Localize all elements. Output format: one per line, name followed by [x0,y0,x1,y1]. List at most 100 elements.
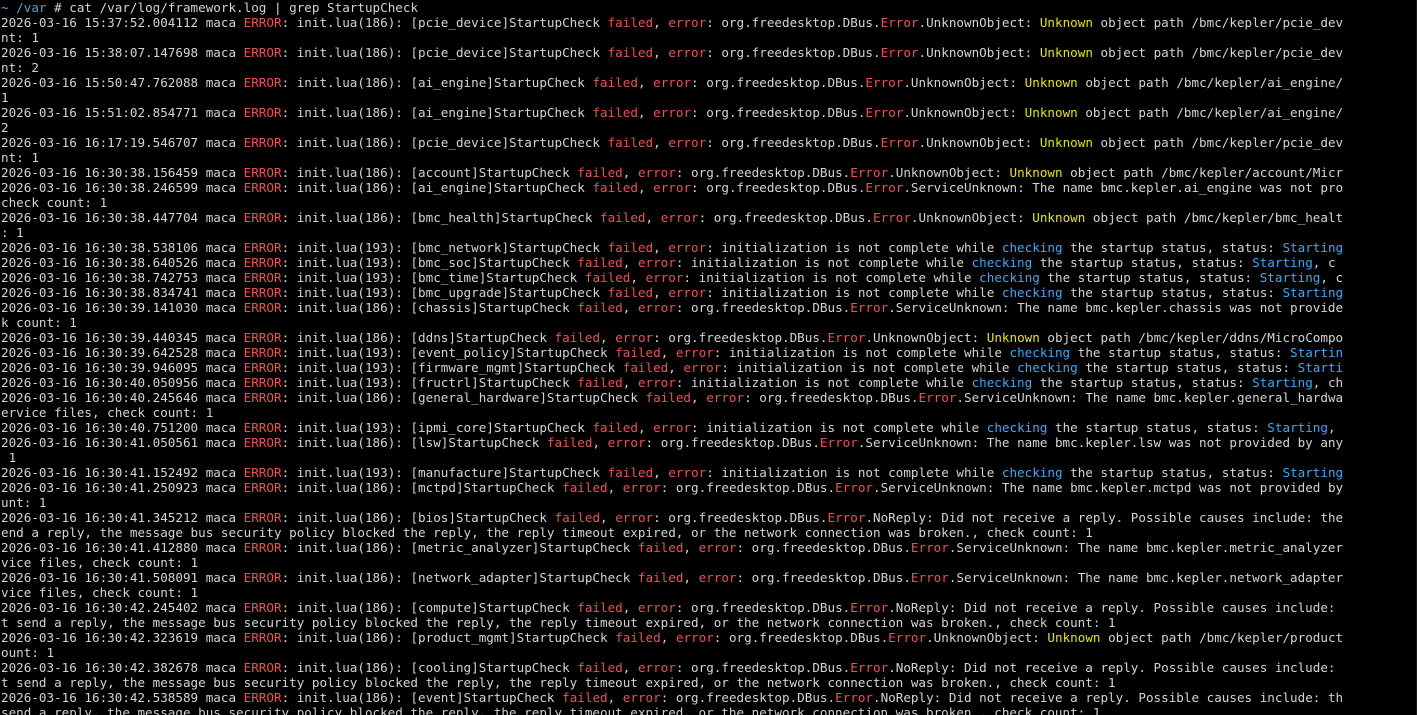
log-line: unt: 1 [1,495,1417,510]
log-text: 2026-03-16 16:30:41.508091 maca [1,570,244,585]
log-text: the startup status, status: [1039,270,1260,285]
error-highlight: error [668,15,707,30]
log-text: .NoReply: Did not receive a reply. Possi… [865,510,1344,525]
log-line: 2026-03-16 16:30:41.508091 maca ERROR: i… [1,570,1417,585]
error-highlight: ERROR [243,285,282,300]
log-line: 2026-03-16 16:30:42.323619 maca ERROR: i… [1,630,1417,645]
log-text: t send a reply, the message bus security… [1,675,1116,690]
error-highlight: error [615,330,654,345]
error-highlight: error [622,690,661,705]
log-line: 2026-03-16 16:30:39.946095 maca ERROR: i… [1,360,1417,375]
log-text: , [622,375,638,390]
log-text: : init.lua(193): [event_policy]StartupCh… [281,345,616,360]
status-highlight: checking [1017,360,1078,375]
log-text: .UnknownObject: [865,330,987,345]
error-highlight: failed [577,600,623,615]
error-highlight: Error [850,300,889,315]
log-text: : init.lua(186): [product_mgmt]StartupCh… [281,630,616,645]
log-line: 2026-03-16 16:30:39.440345 maca ERROR: i… [1,330,1417,345]
log-text: : init.lua(186): [bios]StartupCheck [281,510,555,525]
log-text: : org.freedesktop.DBus. [653,330,828,345]
log-line: vice files, check count: 1 [1,585,1417,600]
status-highlight: checking [986,420,1048,435]
log-text: : init.lua(186): [general_hardware]Start… [281,390,646,405]
error-highlight: ERROR [243,15,282,30]
status-highlight: Starting [1252,375,1313,390]
log-text: : org.freedesktop.DBus. [691,180,866,195]
log-text: t send a reply, the message bus security… [1,615,1116,630]
log-text: , [653,285,669,300]
error-highlight: Error [827,330,866,345]
error-highlight: ERROR [243,390,282,405]
status-highlight: checking [1009,345,1071,360]
log-text: object path /bmc/kepler/bmc_healt [1085,210,1344,225]
log-text: object path /bmc/kepler/pcie_dev [1092,15,1344,30]
log-text: 2026-03-16 16:30:40.245646 maca [1,390,244,405]
log-text: : initialization is not complete while [706,240,1002,255]
error-highlight: error [622,480,661,495]
log-text: : init.lua(186): [cooling]StartupCheck [281,660,578,675]
error-highlight: Error [888,630,927,645]
log-text: : org.freedesktop.DBus. [736,540,911,555]
status-highlight: checking [1001,285,1063,300]
error-highlight: ERROR [243,345,282,360]
log-text: , [622,600,638,615]
log-text: 2026-03-16 16:30:42.323619 maca [1,630,244,645]
log-line: 2026-03-16 15:37:52.004112 maca ERROR: i… [1,15,1417,30]
error-highlight: Error [880,135,919,150]
status-highlight: Starting [1282,240,1344,255]
error-highlight: ERROR [243,255,282,270]
error-highlight: ERROR [243,630,282,645]
log-text: 2026-03-16 15:50:47.762088 maca [1,75,244,90]
log-text: : init.lua(186): [lsw]StartupCheck [281,435,547,450]
log-text: : init.lua(193): [bmc_time]StartupCheck [281,270,585,285]
log-line: 2026-03-16 16:30:40.050956 maca ERROR: i… [1,375,1417,390]
error-highlight: Error [880,45,919,60]
error-highlight: failed [600,210,646,225]
log-text: : init.lua(193): [manufacture]StartupChe… [281,465,608,480]
log-line: 2026-03-16 16:30:38.742753 maca ERROR: i… [1,270,1417,285]
error-highlight: Error [850,165,889,180]
error-highlight: failed [577,660,623,675]
error-highlight: error [668,135,707,150]
error-highlight: failed [637,540,684,555]
log-text: the startup status, status: [1047,420,1268,435]
error-highlight: ERROR [243,210,282,225]
terminal-output: ~ /var # cat /var/log/framework.log | gr… [1,0,1417,715]
error-highlight: failed [577,375,623,390]
log-line: ount: 1 [1,645,1417,660]
log-text: : init.lua(186): [ai_engine]StartupCheck [281,180,593,195]
error-highlight: failed [592,180,638,195]
log-text: , [660,345,676,360]
error-highlight: failed [607,240,654,255]
terminal-window[interactable]: ~ /var # cat /var/log/framework.log | gr… [0,0,1417,715]
status-highlight: checking [971,255,1033,270]
log-line: 1 [1,450,1417,465]
log-text: .ServiceUnknown: The name bmc.kepler.cha… [888,300,1344,315]
error-highlight: failed [577,255,623,270]
log-line: 2026-03-16 16:30:39.141030 maca ERROR: i… [1,300,1417,315]
error-highlight: error [668,465,707,480]
log-text: object path /bmc/kepler/account/Micr [1062,165,1344,180]
error-highlight: failed [592,75,638,90]
error-highlight: error [653,180,692,195]
unknown-highlight: Unknown [986,330,1040,345]
log-text: : init.lua(186): [event]StartupCheck [281,690,563,705]
log-text: 1 [1,450,17,465]
log-text: , [637,180,654,195]
log-line: 2026-03-16 15:51:02.854771 maca ERROR: i… [1,105,1417,120]
log-text: , ch [1312,375,1344,390]
log-text: object path /bmc/kepler/ai_engine/ [1077,105,1344,120]
log-text: 2026-03-16 16:30:38.742753 maca [1,270,244,285]
log-text: object path /bmc/kepler/ddns/MicroCompo [1039,330,1344,345]
log-text: : org.freedesktop.DBus. [744,390,919,405]
log-text: 2026-03-16 16:30:39.440345 maca [1,330,244,345]
log-text: the startup status, status: [1062,285,1283,300]
log-text: 2026-03-16 16:30:38.538106 maca [1,240,244,255]
log-text: , [645,210,661,225]
log-text: , [607,480,623,495]
log-text: : org.freedesktop.DBus. [691,105,866,120]
log-text: : init.lua(186): [chassis]StartupCheck [281,300,578,315]
log-text: , [691,390,707,405]
log-text: , [600,510,616,525]
